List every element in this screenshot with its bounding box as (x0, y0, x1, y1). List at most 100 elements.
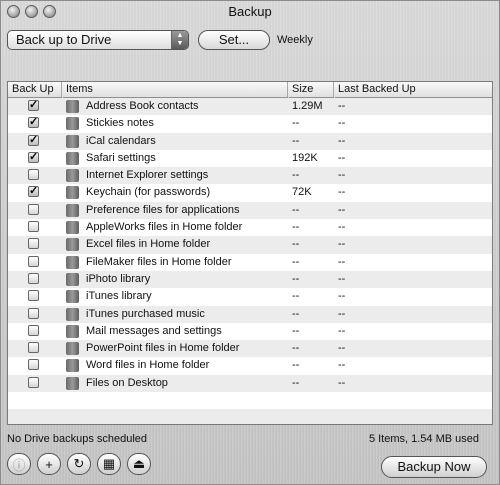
backup-checkbox[interactable]: ✓ (28, 134, 39, 146)
item-size: -- (292, 324, 300, 337)
item-icon (66, 255, 79, 269)
usage-status: 5 Items, 1.54 MB used (368, 433, 479, 445)
table-row[interactable]: Files on Desktop -- -- (8, 374, 492, 393)
item-icon (66, 221, 79, 235)
item-size: -- (292, 376, 300, 389)
add-item-button[interactable]: + (37, 453, 61, 475)
backup-checkbox[interactable]: ✓ (28, 151, 39, 163)
item-size: -- (292, 169, 300, 182)
item-last-backed-up: -- (338, 169, 346, 182)
table-row[interactable]: PowerPoint files in Home folder -- -- (8, 340, 492, 358)
schedule-status: No Drive backups scheduled (7, 433, 148, 445)
calendar-icon: ▦ (102, 456, 116, 471)
table-row[interactable]: iTunes library -- -- (8, 288, 492, 306)
column-header-backup[interactable]: Back Up (8, 82, 62, 97)
table-row[interactable]: ✓ iCal calendars -- -- (8, 132, 492, 150)
item-size: 192K (292, 151, 318, 164)
table-row[interactable]: ✓ Keychain (for passwords) 72K -- (8, 184, 492, 202)
item-icon (66, 238, 79, 252)
backup-checkbox[interactable] (28, 342, 39, 354)
item-last-backed-up: -- (338, 342, 346, 355)
backup-checkbox[interactable] (28, 376, 39, 388)
column-header-items[interactable]: Items (62, 82, 288, 97)
item-name: Keychain (for passwords) (86, 186, 211, 199)
info-button[interactable]: ⓘ (7, 453, 31, 475)
item-last-backed-up (334, 392, 484, 409)
item-icon (66, 290, 79, 304)
item-last-backed-up: -- (338, 307, 346, 320)
item-size: -- (292, 203, 300, 216)
column-header-size[interactable]: Size (288, 82, 334, 97)
table-row[interactable] (8, 392, 492, 410)
refresh-icon: ↻ (73, 456, 85, 471)
item-size: -- (292, 117, 300, 130)
backup-checkbox[interactable]: ✓ (28, 100, 39, 111)
schedule-button[interactable]: ▦ (97, 453, 121, 475)
item-last-backed-up: -- (338, 290, 346, 303)
item-size: 72K (292, 186, 312, 199)
item-size: -- (292, 134, 300, 147)
backup-checkbox[interactable]: ✓ (28, 117, 39, 129)
backup-checkbox[interactable] (28, 290, 39, 302)
item-last-backed-up: -- (338, 117, 346, 130)
item-icon (66, 186, 79, 200)
item-last-backed-up (334, 409, 484, 424)
item-size: -- (292, 238, 300, 251)
title-bar: Backup (1, 1, 499, 23)
table-row[interactable]: FileMaker files in Home folder -- -- (8, 253, 492, 271)
table-row[interactable]: Mail messages and settings -- -- (8, 322, 492, 341)
item-name (86, 409, 286, 424)
set-button[interactable]: Set... (198, 30, 270, 50)
items-table: Back Up Items Size Last Backed Up ✓ Addre… (7, 81, 493, 425)
table-row[interactable]: AppleWorks files in Home folder -- -- (8, 219, 492, 237)
item-size (288, 392, 334, 409)
backup-now-button[interactable]: Backup Now (381, 456, 487, 478)
column-header-last-backed-up[interactable]: Last Backed Up (334, 82, 492, 97)
table-body: ✓ Address Book contacts 1.29M -- ✓ Stickies n… (8, 98, 492, 424)
item-last-backed-up: -- (338, 221, 346, 234)
item-icon (66, 342, 79, 356)
backup-checkbox[interactable] (28, 307, 39, 319)
item-name: PowerPoint files in Home folder (86, 342, 240, 355)
item-size: -- (292, 255, 300, 268)
item-name: Address Book contacts (86, 100, 199, 112)
table-row[interactable]: Word files in Home folder -- -- (8, 357, 492, 375)
table-row[interactable]: ✓ Stickies notes -- -- (8, 115, 492, 133)
backup-checkbox[interactable] (28, 324, 39, 336)
table-row[interactable]: ✓ Address Book contacts 1.29M -- (8, 98, 492, 116)
backup-window: Backup Back up to Drive ▲ ▼ Set... Weekly… (0, 0, 500, 485)
table-row[interactable]: Excel files in Home folder -- -- (8, 236, 492, 254)
table-header: Back Up Items Size Last Backed Up (8, 82, 492, 98)
table-row[interactable] (8, 409, 492, 424)
add-icon: + (45, 456, 53, 472)
table-row[interactable]: iPhoto library -- -- (8, 270, 492, 289)
backup-checkbox[interactable] (28, 272, 39, 284)
item-name: Files on Desktop (86, 376, 168, 389)
table-row[interactable]: Internet Explorer settings -- -- (8, 167, 492, 185)
backup-checkbox[interactable]: ✓ (28, 186, 39, 198)
eject-button[interactable]: ⏏ (127, 453, 151, 475)
item-name: iTunes purchased music (86, 307, 205, 320)
refresh-button[interactable]: ↻ (67, 453, 91, 475)
item-last-backed-up: -- (338, 324, 346, 337)
backup-checkbox[interactable] (28, 255, 39, 267)
item-name: Stickies notes (86, 117, 154, 130)
item-name: Mail messages and settings (86, 324, 222, 337)
backup-checkbox[interactable] (28, 203, 39, 215)
table-row[interactable]: iTunes purchased music -- -- (8, 305, 492, 323)
item-last-backed-up: -- (338, 238, 346, 251)
table-row[interactable]: ✓ Safari settings 192K -- (8, 149, 492, 168)
bottom-toolbar: ⓘ + ↻ ▦ ⏏ (7, 453, 151, 477)
backup-checkbox[interactable] (28, 221, 39, 233)
table-row[interactable]: Preference files for applications -- -- (8, 201, 492, 220)
backup-checkbox[interactable] (28, 359, 39, 371)
item-icon (66, 376, 79, 390)
backup-checkbox[interactable] (28, 169, 39, 181)
destination-select-value: Back up to Drive (16, 32, 112, 47)
destination-select[interactable]: Back up to Drive ▲ ▼ (7, 30, 189, 50)
item-size (288, 409, 334, 424)
item-last-backed-up: -- (338, 272, 346, 285)
item-name: Word files in Home folder (86, 359, 210, 372)
item-size: -- (292, 272, 300, 285)
backup-checkbox[interactable] (28, 238, 39, 250)
